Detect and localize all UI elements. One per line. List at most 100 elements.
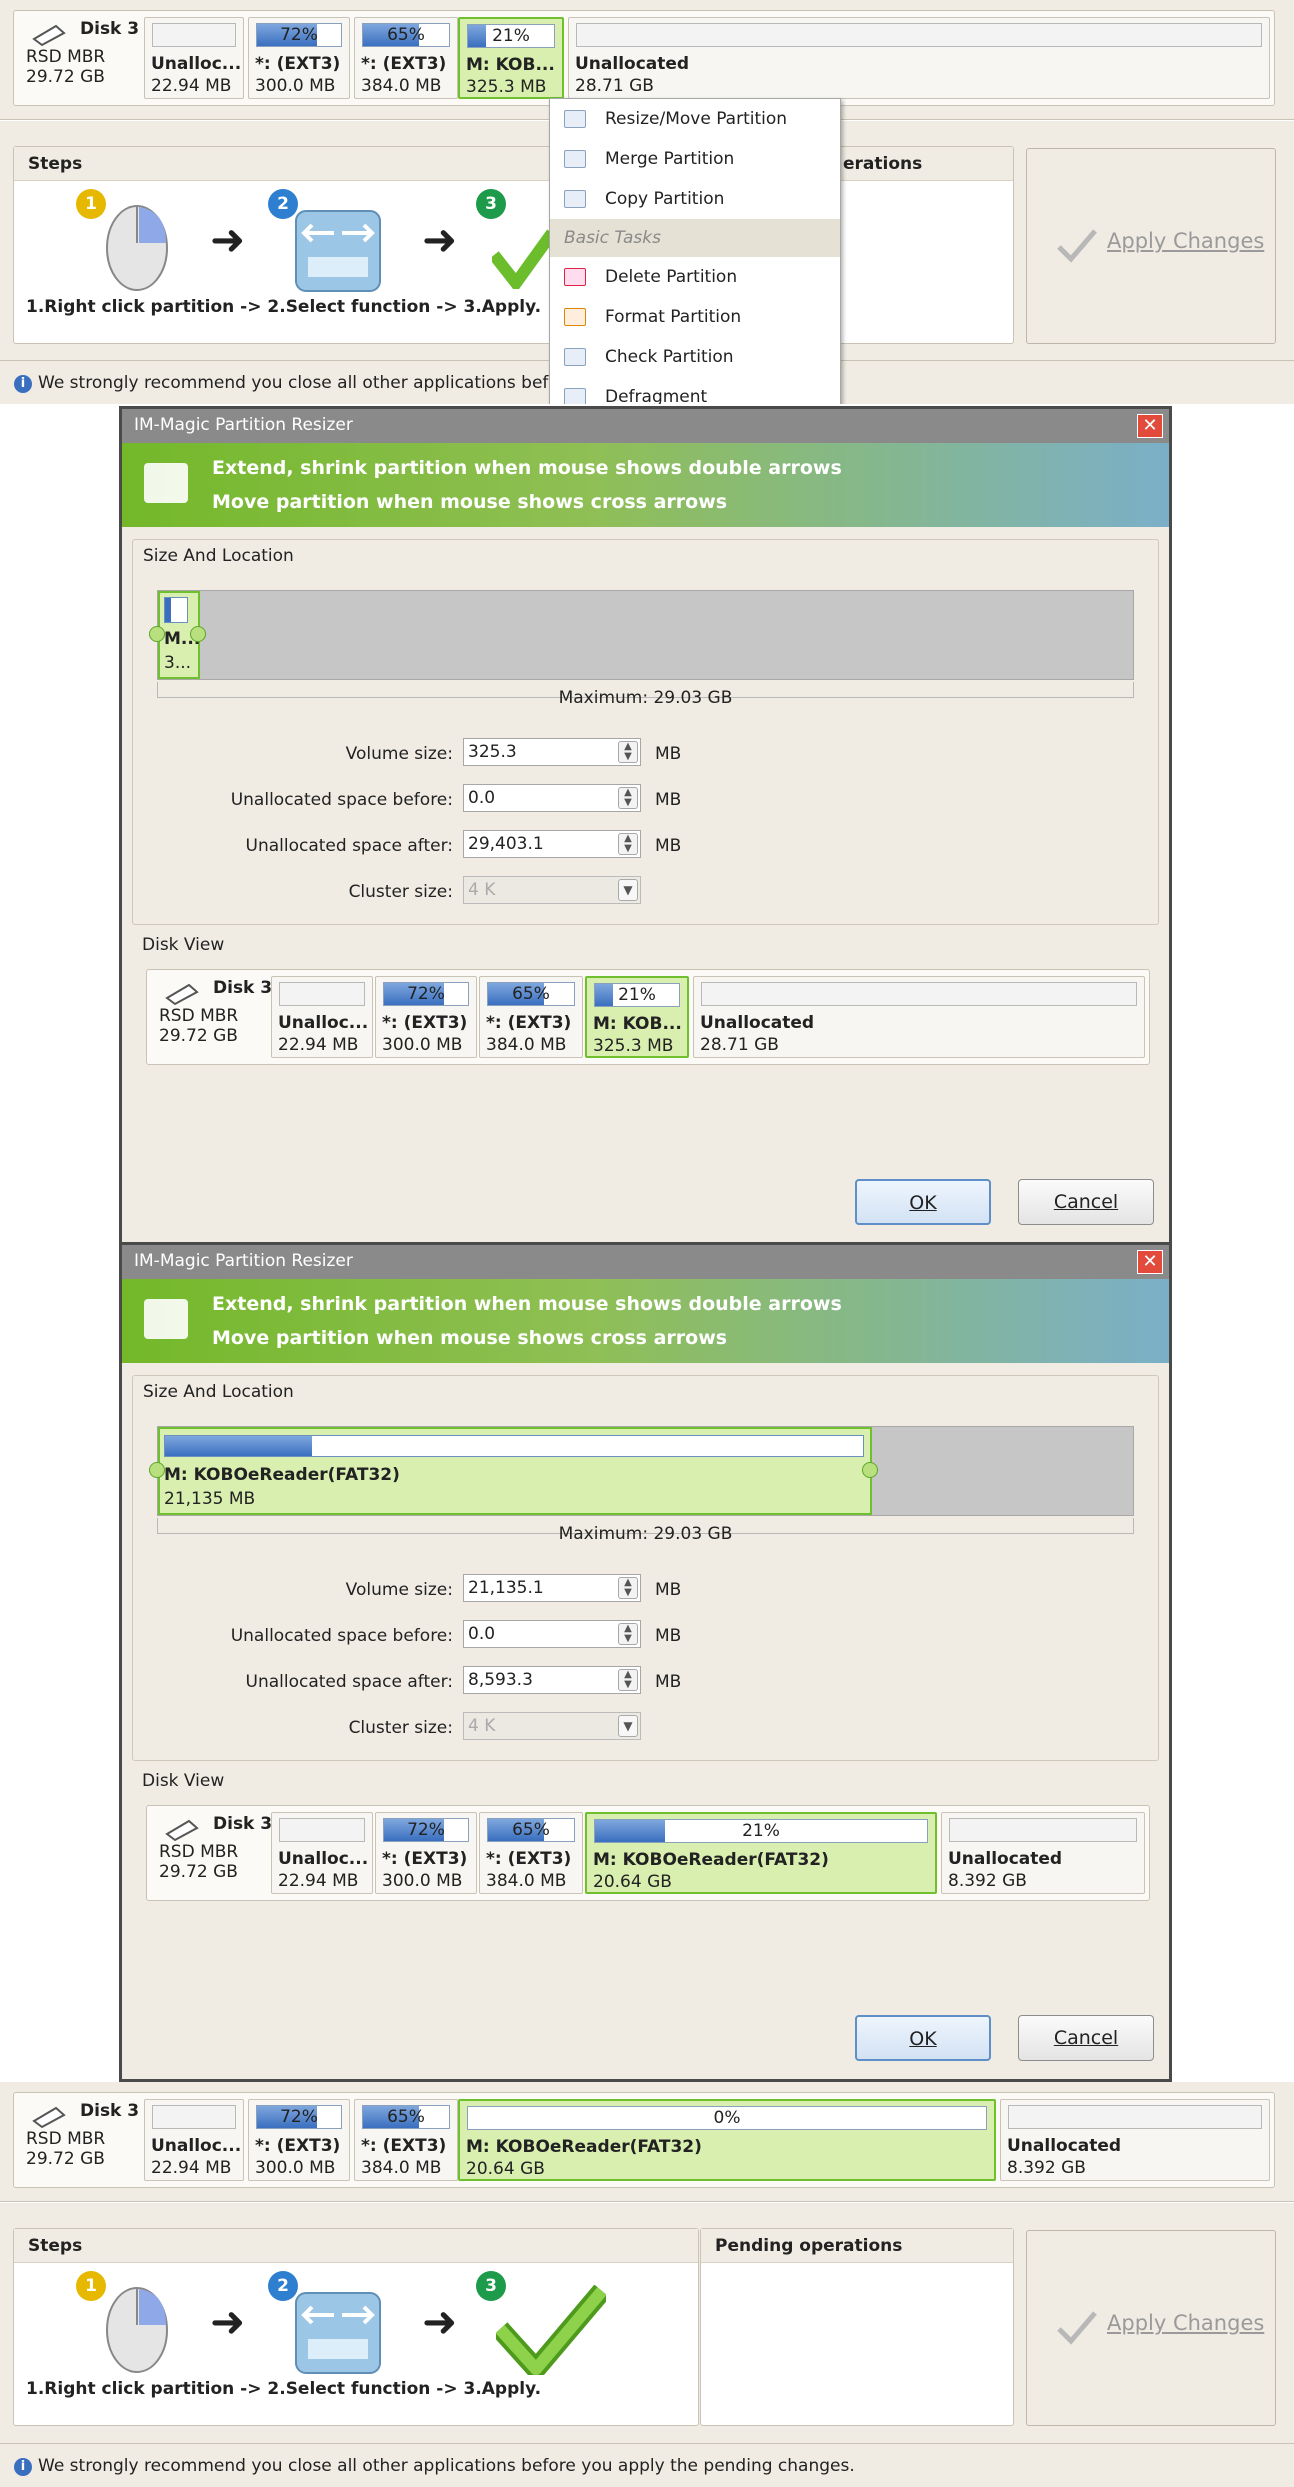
partition-size: 300.0 MB xyxy=(382,1035,463,1055)
partition-ext3-b[interactable]: 65% *: (EXT3) 384.0 MB xyxy=(354,17,458,99)
menu-label: Merge Partition xyxy=(605,149,735,169)
cluster-label: Cluster size: xyxy=(348,882,453,902)
dialog-title: IM-Magic Partition Resizer xyxy=(134,415,353,435)
delete-icon xyxy=(564,268,586,286)
partition-size: 300.0 MB xyxy=(255,76,336,96)
partition-unallocated-small[interactable]: Unalloc... 22.94 MB xyxy=(144,17,244,99)
ok-button[interactable]: OK xyxy=(855,1179,991,1225)
disk-row[interactable]: Disk 3 RSD MBR 29.72 GB Unalloc... 22.94 … xyxy=(13,2092,1275,2188)
volume-size-input[interactable]: 21,135.1 ▲ ▼ xyxy=(463,1574,641,1602)
resizer-dialog-1: IM-Magic Partition Resizer ✕ Extend, shri… xyxy=(119,406,1172,1246)
disk-type: RSD MBR xyxy=(159,1006,239,1026)
close-icon[interactable]: ✕ xyxy=(1137,414,1163,438)
resize-handle-right[interactable] xyxy=(190,626,206,642)
menu-item-format[interactable]: Format Partition xyxy=(550,297,840,337)
partition-track: M: KOBOeReader(FAT32) 21,135 MB xyxy=(149,1426,1134,1516)
partition-slot[interactable]: M: KOBOeReader(FAT32) 21,135 MB xyxy=(158,1427,872,1515)
partition-name: M: KOBOeReader(FAT32) xyxy=(466,2137,702,2157)
apply-changes-button[interactable]: Apply Changes xyxy=(1026,2230,1276,2426)
usb-drive-icon xyxy=(32,2106,66,2129)
before-value: 0.0 xyxy=(468,788,496,808)
disk-type: RSD MBR xyxy=(159,1842,239,1862)
volume-size-input[interactable]: 325.3 ▲ ▼ xyxy=(463,738,641,766)
cluster-size-select[interactable]: 4 K ▼ xyxy=(463,876,641,904)
partition-unallocated-large[interactable]: Unallocated 28.71 GB xyxy=(568,17,1270,99)
resize-handle-right[interactable] xyxy=(862,1462,878,1478)
usage-percent: 72% xyxy=(280,25,318,45)
partition-ext3-b[interactable]: 65% *: (EXT3) 384.0 MB xyxy=(354,2099,458,2181)
cancel-button[interactable]: Cancel xyxy=(1018,2015,1154,2061)
spinner-icon[interactable]: ▲ ▼ xyxy=(618,741,638,763)
resize-drive-icon xyxy=(295,2292,381,2374)
partition-unallocated-large[interactable]: Unallocated 28.71 GB xyxy=(693,976,1145,1058)
status-text: We strongly recommend you close all othe… xyxy=(38,2456,855,2476)
partition-ext3-a[interactable]: 72% *: (EXT3) 300.0 MB xyxy=(375,976,477,1058)
unit-label: MB xyxy=(655,744,682,764)
menu-item-defragment[interactable]: Defragment xyxy=(550,377,840,404)
partition-ext3-a[interactable]: 72% *: (EXT3) 300.0 MB xyxy=(248,2099,350,2181)
resize-handle-left[interactable] xyxy=(149,1462,165,1478)
unallocated-after-input[interactable]: 29,403.1 ▲ ▼ xyxy=(463,830,641,858)
volume-size-value: 21,135.1 xyxy=(468,1578,544,1598)
resizer-dialog-2: IM-Magic Partition Resizer ✕ Extend, shri… xyxy=(119,1242,1172,2082)
cluster-label: Cluster size: xyxy=(348,1718,453,1738)
section-title: Disk View xyxy=(142,1771,225,1791)
partition-unallocated-small[interactable]: Unalloc... 22.94 MB xyxy=(271,976,373,1058)
menu-item-delete[interactable]: Delete Partition xyxy=(550,257,840,297)
partition-unallocated-small[interactable]: Unalloc... 22.94 MB xyxy=(271,1812,373,1894)
banner-line-1: Extend, shrink partition when mouse show… xyxy=(212,1293,842,1315)
cancel-button[interactable]: Cancel xyxy=(1018,1179,1154,1225)
section-title: Size And Location xyxy=(143,546,294,566)
ok-button[interactable]: OK xyxy=(855,2015,991,2061)
partition-unallocated-small[interactable]: Unalloc... 22.94 MB xyxy=(144,2099,244,2181)
partition-ext3-b[interactable]: 65% *: (EXT3) 384.0 MB xyxy=(479,1812,583,1894)
partition-name: Unallocated xyxy=(948,1849,1063,1869)
partition-name: *: (EXT3) xyxy=(255,2136,341,2156)
dialog-titlebar: IM-Magic Partition Resizer ✕ xyxy=(122,409,1169,443)
resize-handle-left[interactable] xyxy=(149,626,165,642)
partition-kobo-selected[interactable]: 21% M: KOB... 325.3 MB xyxy=(458,17,564,99)
usage-percent: 65% xyxy=(387,2107,425,2127)
unallocated-before-input[interactable]: 0.0 ▲ ▼ xyxy=(463,1620,641,1648)
chevron-down-icon[interactable]: ▼ xyxy=(618,1715,638,1737)
partition-name: M: KOB... xyxy=(466,55,555,75)
spinner-icon[interactable]: ▲ ▼ xyxy=(618,833,638,855)
partition-size: 384.0 MB xyxy=(486,1871,567,1891)
menu-item-merge[interactable]: Merge Partition xyxy=(550,139,840,179)
partition-name: *: (EXT3) xyxy=(486,1849,572,1869)
unallocated-after-input[interactable]: 8,593.3 ▲ ▼ xyxy=(463,1666,641,1694)
unallocated-before-input[interactable]: 0.0 ▲ ▼ xyxy=(463,784,641,812)
info-icon: i xyxy=(14,375,32,393)
partition-ext3-a[interactable]: 72% *: (EXT3) 300.0 MB xyxy=(248,17,350,99)
status-bar: i We strongly recommend you close all oth… xyxy=(0,2443,1294,2487)
menu-item-resize-move[interactable]: Resize/Move Partition xyxy=(550,99,840,139)
partition-unallocated-large[interactable]: Unallocated 8.392 GB xyxy=(941,1812,1145,1894)
menu-item-copy[interactable]: Copy Partition xyxy=(550,179,840,219)
partition-name: Unalloc... xyxy=(278,1013,369,1033)
before-label: Unallocated space before: xyxy=(230,790,453,810)
spinner-icon[interactable]: ▲ ▼ xyxy=(618,1577,638,1599)
partition-name: Unallocated xyxy=(575,54,690,74)
unit-label: MB xyxy=(655,1672,682,1692)
spinner-icon[interactable]: ▲ ▼ xyxy=(618,1669,638,1691)
partition-kobo-selected[interactable]: 0% M: KOBOeReader(FAT32) 20.64 GB xyxy=(458,2099,996,2181)
spinner-icon[interactable]: ▲ ▼ xyxy=(618,1623,638,1645)
apply-changes-button[interactable]: Apply Changes xyxy=(1026,148,1276,344)
disk-view-row[interactable]: Disk 3 RSD MBR 29.72 GB Unalloc... 22.94 … xyxy=(146,1805,1150,1901)
partition-ext3-b[interactable]: 65% *: (EXT3) 384.0 MB xyxy=(479,976,583,1058)
disk-row[interactable]: Disk 3 RSD MBR 29.72 GB Unalloc... 22.94 … xyxy=(13,10,1275,106)
usage-percent: 21% xyxy=(492,26,530,46)
chevron-down-icon[interactable]: ▼ xyxy=(618,879,638,901)
spinner-icon[interactable]: ▲ ▼ xyxy=(618,787,638,809)
partition-unallocated-large[interactable]: Unallocated 8.392 GB xyxy=(1000,2099,1270,2181)
usage-percent: 72% xyxy=(280,2107,318,2127)
cluster-size-select[interactable]: 4 K ▼ xyxy=(463,1712,641,1740)
menu-item-check[interactable]: Check Partition xyxy=(550,337,840,377)
usage-percent: 0% xyxy=(713,2108,741,2128)
partition-ext3-a[interactable]: 72% *: (EXT3) 300.0 MB xyxy=(375,1812,477,1894)
menu-label: Check Partition xyxy=(605,347,734,367)
close-icon[interactable]: ✕ xyxy=(1137,1250,1163,1274)
partition-kobo-selected[interactable]: 21% M: KOB... 325.3 MB xyxy=(585,976,689,1058)
disk-view-row[interactable]: Disk 3 RSD MBR 29.72 GB Unalloc... 22.94 … xyxy=(146,969,1150,1065)
partition-kobo-selected[interactable]: 21% M: KOBOeReader(FAT32) 20.64 GB xyxy=(585,1812,937,1894)
